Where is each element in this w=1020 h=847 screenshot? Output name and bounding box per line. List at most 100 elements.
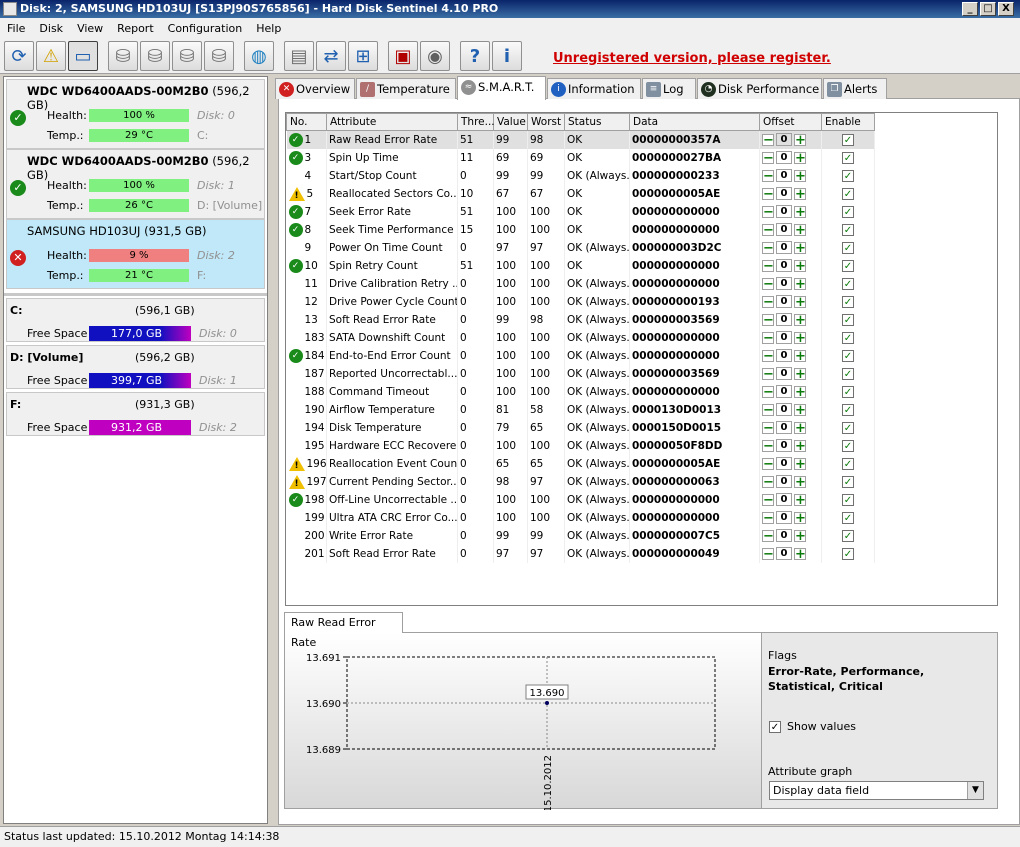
plus-button[interactable]: + — [794, 259, 806, 273]
menu-file[interactable]: File — [0, 22, 32, 35]
offset-value[interactable]: 0 — [776, 223, 792, 236]
enable-checkbox[interactable]: ✓ — [842, 403, 854, 416]
offset-value[interactable]: 0 — [776, 349, 792, 362]
tab-alerts[interactable]: ❐ Alerts — [823, 78, 887, 99]
attribute-graph-select[interactable]: Display data field ▼ — [769, 781, 984, 800]
alert-icon[interactable]: ⚠ — [36, 41, 66, 71]
plus-button[interactable]: + — [794, 169, 806, 183]
tab-disk-performance[interactable]: ◔ Disk Performance — [697, 78, 822, 99]
plus-button[interactable]: + — [794, 475, 806, 489]
report-icon[interactable]: ▤ — [284, 41, 314, 71]
minus-button[interactable]: − — [762, 295, 774, 309]
plus-button[interactable]: + — [794, 349, 806, 363]
plus-button[interactable]: + — [794, 133, 806, 147]
minus-button[interactable]: − — [762, 187, 774, 201]
table-row[interactable]: ! 5 Reallocated Sectors Co... 10 67 67 OK 00000… — [286, 184, 875, 203]
partition-card-f[interactable]: F: (931,3 GB) Free Space 931,2 GB Disk: … — [6, 392, 265, 436]
table-row[interactable]: 183 SATA Downshift Count 0 100 100 OK (Always… — [286, 328, 875, 347]
minus-button[interactable]: − — [762, 457, 774, 471]
minus-button[interactable]: − — [762, 439, 774, 453]
minus-button[interactable]: − — [762, 475, 774, 489]
disk-card-1[interactable]: WDC WD6400AADS-00M2B0 (596,2 GB) ✓ Healt… — [6, 149, 265, 219]
sync-icon[interactable]: ⇄ — [316, 41, 346, 71]
tab-overview[interactable]: ✕ Overview — [275, 78, 355, 99]
enable-checkbox[interactable]: ✓ — [842, 205, 854, 218]
col-value-header[interactable]: Value — [493, 113, 528, 131]
disk-surface-icon[interactable]: ⛁ — [140, 41, 170, 71]
plus-button[interactable]: + — [794, 529, 806, 543]
partition-card-c[interactable]: C: (596,1 GB) Free Space 177,0 GB Disk: … — [6, 298, 265, 342]
offset-value[interactable]: 0 — [776, 169, 792, 182]
table-row[interactable]: ! 196 Reallocation Event Count 0 65 65 OK (Alw… — [286, 454, 875, 473]
col-attribute-header[interactable]: Attribute — [326, 113, 458, 131]
table-row[interactable]: 12 Drive Power Cycle Count 0 100 100 OK (Alwa… — [286, 292, 875, 311]
plus-button[interactable]: + — [794, 331, 806, 345]
plus-button[interactable]: + — [794, 403, 806, 417]
table-row[interactable]: ✓ 198 Off-Line Uncorrectable ... 0 100 100 OK … — [286, 490, 875, 509]
enable-checkbox[interactable]: ✓ — [842, 421, 854, 434]
table-row[interactable]: 11 Drive Calibration Retry ... 0 100 100 OK (… — [286, 274, 875, 293]
offset-value[interactable]: 0 — [776, 295, 792, 308]
offset-value[interactable]: 0 — [776, 133, 792, 147]
disk-check-icon[interactable]: ⛁ — [172, 41, 202, 71]
plus-button[interactable]: + — [794, 295, 806, 309]
col-worst-header[interactable]: Worst — [527, 113, 565, 131]
plus-button[interactable]: + — [794, 313, 806, 327]
offset-value[interactable]: 0 — [776, 331, 792, 344]
enable-checkbox[interactable]: ✓ — [842, 511, 854, 524]
table-row[interactable]: ! 197 Current Pending Sector... 0 98 97 OK (Al… — [286, 472, 875, 491]
col-threshold-header[interactable]: Thre... — [457, 113, 495, 131]
plus-button[interactable]: + — [794, 547, 806, 561]
plus-button[interactable]: + — [794, 493, 806, 507]
col-no-header[interactable]: No. — [286, 113, 327, 131]
offset-value[interactable]: 0 — [776, 259, 792, 272]
tab-temperature[interactable]: / Temperature — [356, 78, 456, 99]
table-row[interactable]: 190 Airflow Temperature 0 81 58 OK (Always...… — [286, 400, 875, 419]
help-icon[interactable]: ? — [460, 41, 490, 71]
plus-button[interactable]: + — [794, 511, 806, 525]
plus-button[interactable]: + — [794, 367, 806, 381]
offset-value[interactable]: 0 — [776, 403, 792, 416]
minus-button[interactable]: − — [762, 223, 774, 237]
table-row[interactable]: ✓ 7 Seek Error Rate 51 100 100 OK 000000000000−… — [286, 202, 875, 221]
menu-view[interactable]: View — [70, 22, 110, 35]
enable-checkbox[interactable]: ✓ — [842, 367, 854, 380]
enable-checkbox[interactable]: ✓ — [842, 547, 854, 560]
plus-button[interactable]: + — [794, 421, 806, 435]
sound-icon[interactable]: ◉ — [420, 41, 450, 71]
menu-help[interactable]: Help — [249, 22, 288, 35]
minus-button[interactable]: − — [762, 241, 774, 255]
plus-button[interactable]: + — [794, 457, 806, 471]
enable-checkbox[interactable]: ✓ — [842, 475, 854, 488]
menu-disk[interactable]: Disk — [32, 22, 70, 35]
partition-card-d[interactable]: D: [Volume] (596,2 GB) Free Space 399,7 … — [6, 345, 265, 389]
globe-icon[interactable]: ◍ — [244, 41, 274, 71]
minus-button[interactable]: − — [762, 493, 774, 507]
minus-button[interactable]: − — [762, 367, 774, 381]
enable-checkbox[interactable]: ✓ — [842, 151, 854, 164]
disk-card-0[interactable]: WDC WD6400AADS-00M2B0 (596,2 GB) ✓ Healt… — [6, 79, 265, 149]
config-icon[interactable]: ▣ — [388, 41, 418, 71]
offset-value[interactable]: 0 — [776, 475, 792, 488]
table-row[interactable]: ✓ 10 Spin Retry Count 51 100 100 OK 00000000000… — [286, 256, 875, 275]
show-values-checkbox[interactable]: ✓ — [769, 721, 781, 733]
enable-checkbox[interactable]: ✓ — [842, 295, 854, 308]
enable-checkbox[interactable]: ✓ — [842, 331, 854, 344]
minus-button[interactable]: − — [762, 331, 774, 345]
enable-checkbox[interactable]: ✓ — [842, 241, 854, 254]
maximize-button[interactable]: □ — [980, 2, 996, 16]
enable-checkbox[interactable]: ✓ — [842, 457, 854, 470]
minus-button[interactable]: − — [762, 277, 774, 291]
col-enable-header[interactable]: Enable — [821, 113, 875, 131]
offset-value[interactable]: 0 — [776, 187, 792, 200]
enable-checkbox[interactable]: ✓ — [842, 169, 854, 182]
offset-value[interactable]: 0 — [776, 385, 792, 398]
plus-button[interactable]: + — [794, 277, 806, 291]
minus-button[interactable]: − — [762, 349, 774, 363]
minus-button[interactable]: − — [762, 205, 774, 219]
offset-value[interactable]: 0 — [776, 151, 792, 164]
disk-icon[interactable]: ▭ — [68, 41, 98, 71]
enable-checkbox[interactable]: ✓ — [842, 529, 854, 542]
chevron-down-icon[interactable]: ▼ — [967, 782, 983, 799]
enable-checkbox[interactable]: ✓ — [842, 439, 854, 452]
